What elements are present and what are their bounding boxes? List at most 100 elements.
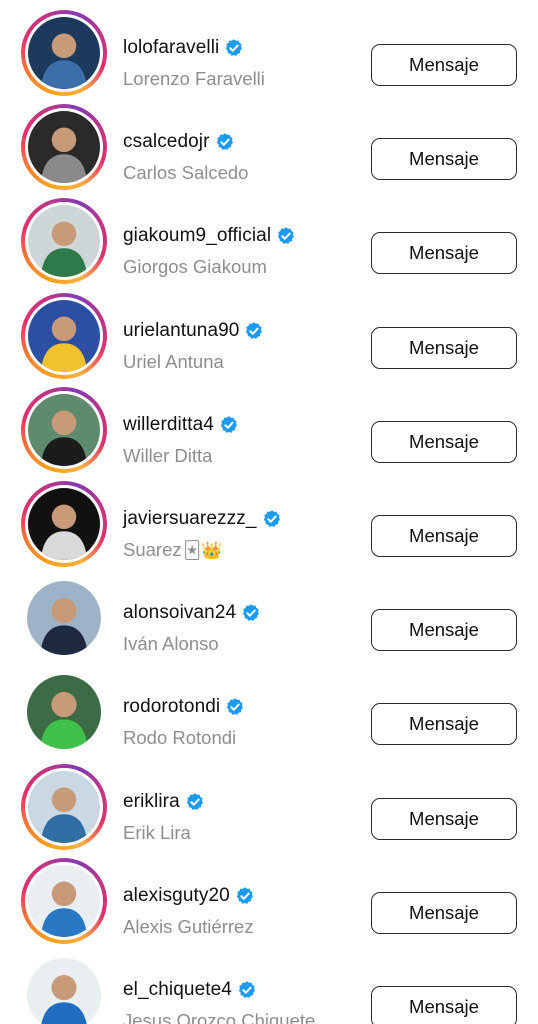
message-button[interactable]: Mensaje — [371, 44, 517, 86]
avatar — [28, 770, 100, 843]
username[interactable]: alonsoivan24 — [123, 602, 236, 624]
story-ring[interactable] — [21, 198, 107, 285]
full-name: Willer Ditta — [123, 445, 212, 467]
verified-badge-icon — [243, 604, 260, 622]
username[interactable]: urielantuna90 — [123, 320, 239, 342]
full-name: Jesus Orozco Chiquete — [123, 1010, 315, 1024]
username[interactable]: el_chiquete4 — [123, 979, 232, 1001]
username[interactable]: willerditta4 — [123, 414, 214, 436]
username[interactable]: rodorotondi — [123, 696, 220, 718]
username-line: eriklira — [123, 789, 205, 815]
message-button[interactable]: Mensaje — [371, 703, 517, 746]
verified-badge-icon — [278, 227, 295, 245]
name-emoji: 🃏👑 — [183, 541, 223, 561]
username-line: rodorotondi — [123, 694, 245, 720]
avatar — [28, 205, 100, 278]
account-row[interactable]: alexisguty20 Alexis Gutiérrez Mensaje — [0, 854, 538, 948]
message-button[interactable]: Mensaje — [371, 420, 517, 463]
story-ring[interactable] — [21, 481, 107, 567]
avatar — [28, 111, 100, 184]
avatar — [27, 581, 101, 656]
full-name: Iván Alonso — [123, 633, 219, 655]
story-ring[interactable] — [21, 669, 107, 755]
account-row[interactable]: javiersuarezzz_ Suarez 🃏👑 Mensaje — [0, 477, 538, 571]
avatar — [28, 864, 100, 937]
full-name: Alexis Gutiérrez — [123, 916, 254, 938]
story-ring[interactable] — [21, 857, 107, 944]
story-ring[interactable] — [21, 292, 107, 379]
account-row[interactable]: urielantuna90 Uriel Antuna Mensaje — [0, 289, 538, 383]
username-line: alexisguty20 — [123, 883, 255, 909]
username-line: lolofaravelli — [123, 35, 244, 61]
verified-badge-icon — [186, 792, 203, 810]
username[interactable]: eriklira — [123, 791, 180, 813]
username-line: urielantuna90 — [123, 318, 264, 344]
full-name-text: Lorenzo Faravelli — [123, 68, 265, 89]
account-row[interactable]: csalcedojr Carlos Salcedo Mensaje — [0, 100, 538, 194]
avatar — [27, 675, 101, 750]
full-name: Carlos Salcedo — [123, 162, 248, 184]
username[interactable]: javiersuarezzz_ — [123, 508, 257, 530]
message-button[interactable]: Mensaje — [371, 797, 517, 840]
username-line: willerditta4 — [123, 412, 239, 438]
username[interactable]: csalcedojr — [123, 131, 210, 153]
avatar — [28, 488, 100, 560]
account-row[interactable]: lolofaravelli Lorenzo Faravelli Mensaje — [0, 6, 538, 100]
full-name-text: Uriel Antuna — [123, 350, 224, 372]
verified-badge-icon — [227, 698, 244, 716]
avatar — [28, 299, 100, 372]
account-row[interactable]: eriklira Erik Lira Mensaje — [0, 760, 538, 854]
username-line: alonsoivan24 — [123, 600, 261, 626]
story-ring[interactable] — [21, 575, 107, 661]
message-button[interactable]: Mensaje — [371, 891, 517, 934]
message-button[interactable]: Mensaje — [371, 326, 517, 369]
account-row[interactable]: giakoum9_official Giorgos Giakoum Mensaj… — [0, 194, 538, 288]
full-name: Giorgos Giakoum — [123, 256, 267, 278]
avatar — [27, 958, 101, 1024]
full-name: Erik Lira — [123, 822, 191, 844]
avatar — [28, 17, 100, 89]
message-button[interactable]: Mensaje — [371, 986, 517, 1024]
verified-badge-icon — [246, 321, 263, 339]
full-name: Lorenzo Faravelli — [123, 68, 265, 90]
story-ring[interactable] — [21, 104, 107, 191]
full-name: Rodo Rotondi — [123, 727, 236, 749]
full-name: Uriel Antuna — [123, 351, 224, 373]
avatar — [28, 393, 100, 466]
full-name-text: Carlos Salcedo — [123, 162, 249, 184]
username[interactable]: alexisguty20 — [123, 885, 230, 907]
message-button[interactable]: Mensaje — [371, 609, 517, 652]
full-name-text: Iván Alonso — [123, 633, 219, 655]
verified-badge-icon — [216, 133, 233, 151]
verified-badge-icon — [263, 510, 280, 527]
full-name-text: Suarez — [123, 539, 182, 560]
full-name-text: Jesus Orozco Chiquete — [123, 1010, 316, 1024]
story-ring[interactable] — [21, 952, 107, 1024]
full-name: Suarez 🃏👑 — [123, 539, 222, 561]
verified-badge-icon — [220, 416, 237, 433]
account-row[interactable]: willerditta4 Willer Ditta Mensaje — [0, 383, 538, 477]
username-line: javiersuarezzz_ — [123, 506, 282, 532]
story-ring[interactable] — [21, 10, 107, 96]
account-row[interactable]: el_chiquete4 Jesus Orozco Chiquete Mensa… — [0, 948, 538, 1024]
message-button[interactable]: Mensaje — [371, 515, 517, 557]
full-name-text: Alexis Gutiérrez — [123, 915, 254, 937]
verified-badge-icon — [236, 887, 253, 904]
username-line: el_chiquete4 — [123, 977, 257, 1003]
full-name-text: Erik Lira — [123, 821, 191, 843]
full-name-text: Rodo Rotondi — [123, 727, 237, 749]
username[interactable]: giakoum9_official — [123, 225, 271, 247]
username-line: giakoum9_official — [123, 223, 296, 249]
verified-badge-icon — [226, 39, 243, 56]
message-button[interactable]: Mensaje — [371, 138, 517, 181]
story-ring[interactable] — [21, 386, 107, 473]
username[interactable]: lolofaravelli — [123, 37, 219, 59]
username-line: csalcedojr — [123, 129, 235, 155]
message-button[interactable]: Mensaje — [371, 232, 517, 275]
verified-badge-icon — [238, 981, 255, 998]
story-ring[interactable] — [21, 763, 107, 850]
full-name-text: Willer Ditta — [123, 444, 213, 466]
account-row[interactable]: rodorotondi Rodo Rotondi Mensaje — [0, 665, 538, 759]
following-list: lolofaravelli Lorenzo Faravelli Mensaje … — [0, 0, 538, 1024]
account-row[interactable]: alonsoivan24 Iván Alonso Mensaje — [0, 571, 538, 665]
